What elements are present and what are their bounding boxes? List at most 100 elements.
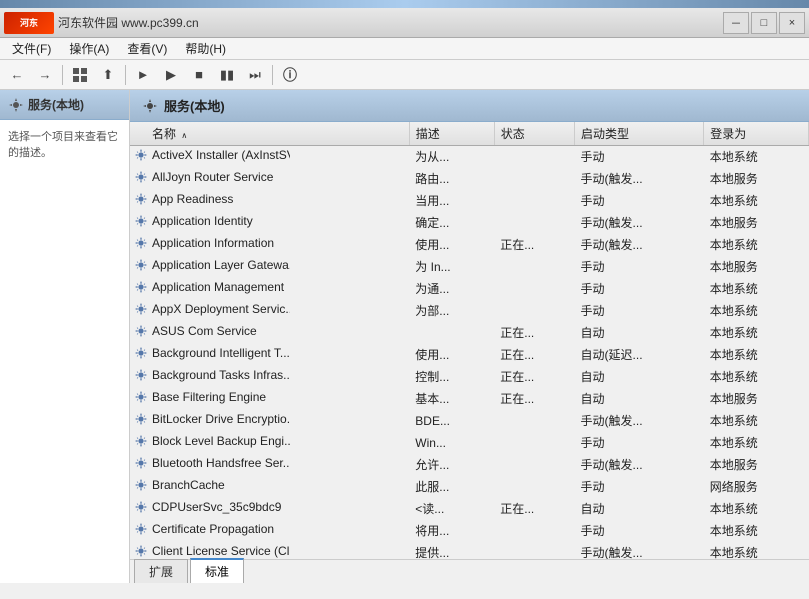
service-status: [494, 454, 574, 476]
content-gear-icon: [142, 98, 158, 114]
service-description: <读...: [409, 498, 494, 520]
service-status: [494, 212, 574, 234]
sort-arrow: ∧: [181, 131, 187, 140]
toolbar-pause-button[interactable]: ▮▮: [214, 63, 240, 87]
service-name: CDPUserSvc_35c9bdc9: [152, 500, 281, 514]
sidebar-description: 选择一个项目来查看它的描述。: [0, 120, 129, 583]
menu-file[interactable]: 文件(F): [4, 38, 59, 59]
table-row[interactable]: BitLocker Drive Encryptio...BDE...手动(触发.…: [130, 410, 809, 432]
service-name: Background Tasks Infras...: [152, 368, 290, 382]
table-row[interactable]: AppX Deployment Servic...为部...手动本地系统: [130, 300, 809, 322]
toolbar-stop-button[interactable]: ■: [186, 63, 212, 87]
table-row[interactable]: ActiveX Installer (AxInstSV)为从...手动本地系统: [130, 146, 809, 168]
service-name: ActiveX Installer (AxInstSV): [152, 148, 290, 162]
service-description: Win...: [409, 432, 494, 454]
service-logon: 本地系统: [704, 322, 809, 344]
service-description: [409, 322, 494, 344]
service-name: AppX Deployment Servic...: [152, 302, 290, 316]
service-logon: 本地系统: [704, 432, 809, 454]
grid-icon: [73, 68, 87, 82]
table-row[interactable]: Bluetooth Handsfree Ser...允许...手动(触发...本…: [130, 454, 809, 476]
table-row[interactable]: CDPUserSvc_35c9bdc9<读...正在...自动本地系统: [130, 498, 809, 520]
toolbar-up-button[interactable]: ⬆: [95, 63, 121, 87]
service-icon: [134, 434, 148, 448]
sidebar-gear-icon: [8, 97, 24, 113]
minimize-button[interactable]: －: [723, 12, 749, 34]
table-row[interactable]: Base Filtering Engine基本...正在...自动本地服务: [130, 388, 809, 410]
toolbar-play2-button[interactable]: ▶: [158, 63, 184, 87]
table-row[interactable]: Application Layer Gatewa...为 In...手动本地服务: [130, 256, 809, 278]
service-name: Base Filtering Engine: [152, 390, 266, 404]
services-table-container[interactable]: 名称 ∧ 描述 状态 启动类型 登录为 ActiveX Installer (A…: [130, 122, 809, 559]
service-logon: 本地服务: [704, 454, 809, 476]
service-startup: 手动: [575, 520, 704, 542]
table-row[interactable]: App Readiness当用...手动本地系统: [130, 190, 809, 212]
content-area: 服务(本地) 名称 ∧ 描述 状态 启动类型 登录为: [130, 90, 809, 583]
service-name-cell: Certificate Propagation: [130, 520, 290, 538]
table-row[interactable]: BranchCache此服...手动网络服务: [130, 476, 809, 498]
service-status: 正在...: [494, 498, 574, 520]
toolbar-separator-1: [62, 65, 63, 85]
service-status: [494, 520, 574, 542]
table-row[interactable]: Certificate Propagation将用...手动本地系统: [130, 520, 809, 542]
service-startup: 手动(触发...: [575, 542, 704, 560]
service-status: 正在...: [494, 234, 574, 256]
table-row[interactable]: Application Identity确定...手动(触发...本地服务: [130, 212, 809, 234]
toolbar-restart-button[interactable]: ⏭: [242, 63, 268, 87]
table-row[interactable]: Background Tasks Infras...控制...正在...自动本地…: [130, 366, 809, 388]
toolbar-grid-button[interactable]: [67, 63, 93, 87]
title-text: 河东软件园 www.pc399.cn: [58, 14, 199, 31]
table-row[interactable]: ASUS Com Service正在...自动本地系统: [130, 322, 809, 344]
service-name-cell: BranchCache: [130, 476, 290, 494]
col-header-startup[interactable]: 启动类型: [575, 122, 704, 146]
service-name: AllJoyn Router Service: [152, 170, 273, 184]
service-name-cell: Block Level Backup Engi...: [130, 432, 290, 450]
service-logon: 本地系统: [704, 498, 809, 520]
service-icon: [134, 324, 148, 338]
col-header-description[interactable]: 描述: [409, 122, 494, 146]
col-header-status[interactable]: 状态: [494, 122, 574, 146]
service-description: 提供...: [409, 542, 494, 560]
service-icon: [134, 456, 148, 470]
service-name-cell: App Readiness: [130, 190, 290, 208]
service-description: 使用...: [409, 344, 494, 366]
service-name: Application Information: [152, 236, 274, 250]
service-description: 基本...: [409, 388, 494, 410]
toolbar-info-button[interactable]: ⓘ: [277, 63, 303, 87]
service-name-cell: Client License Service (Cli...: [130, 542, 290, 559]
table-row[interactable]: Client License Service (Cli... 提供... 手动(触发…: [130, 542, 809, 560]
service-logon: 本地服务: [704, 256, 809, 278]
service-startup: 手动(触发...: [575, 454, 704, 476]
maximize-button[interactable]: □: [751, 12, 777, 34]
menu-help[interactable]: 帮助(H): [177, 38, 234, 59]
menu-action[interactable]: 操作(A): [61, 38, 117, 59]
toolbar-play-button[interactable]: ►: [130, 63, 156, 87]
tab-standard[interactable]: 标准: [190, 558, 244, 583]
service-startup: 手动: [575, 300, 704, 322]
service-status: [494, 190, 574, 212]
table-row[interactable]: Application Management为通...手动本地系统: [130, 278, 809, 300]
col-header-name[interactable]: 名称 ∧: [130, 122, 409, 146]
menu-view[interactable]: 查看(V): [119, 38, 175, 59]
toolbar-separator-3: [272, 65, 273, 85]
sidebar: 服务(本地) 选择一个项目来查看它的描述。: [0, 90, 130, 583]
table-row[interactable]: Application Information使用...正在...手动(触发..…: [130, 234, 809, 256]
sidebar-title: 服务(本地): [28, 96, 84, 113]
tab-expand[interactable]: 扩展: [134, 559, 188, 583]
table-row[interactable]: AllJoyn Router Service路由...手动(触发...本地服务: [130, 168, 809, 190]
service-description: 使用...: [409, 234, 494, 256]
toolbar-back-button[interactable]: ←: [4, 63, 30, 87]
service-logon: 本地系统: [704, 542, 809, 560]
col-header-logon[interactable]: 登录为: [704, 122, 809, 146]
title-bar-left: 河东 河东软件园 www.pc399.cn: [4, 12, 199, 34]
service-name: ASUS Com Service: [152, 324, 257, 338]
service-status: [494, 476, 574, 498]
toolbar-forward-button[interactable]: →: [32, 63, 58, 87]
table-row[interactable]: Background Intelligent T...使用...正在...自动(…: [130, 344, 809, 366]
close-button[interactable]: ×: [779, 12, 805, 34]
sidebar-header: 服务(本地): [0, 90, 129, 120]
table-row[interactable]: Block Level Backup Engi...Win...手动本地系统: [130, 432, 809, 454]
service-description: 允许...: [409, 454, 494, 476]
service-name-cell: CDPUserSvc_35c9bdc9: [130, 498, 290, 516]
service-startup: 自动: [575, 322, 704, 344]
